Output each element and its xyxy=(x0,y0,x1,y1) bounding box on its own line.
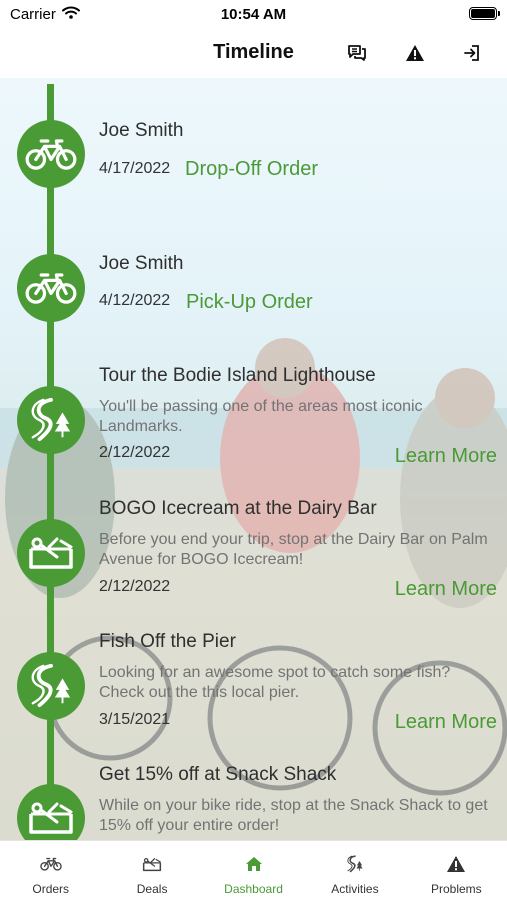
trail-icon xyxy=(17,386,85,454)
battery-icon xyxy=(469,7,500,20)
entry-order-type: Drop-Off Order xyxy=(185,158,318,180)
warning-icon[interactable] xyxy=(404,42,426,64)
tab-label: Activities xyxy=(331,882,379,896)
entry-date: 3/15/2021 xyxy=(99,711,171,728)
entry-description: Looking for an awesome spot to catch som… xyxy=(99,664,451,701)
entry-title: Get 15% off at Snack Shack xyxy=(99,764,337,785)
page-title: Timeline xyxy=(213,41,294,63)
learn-more-link[interactable]: Learn More xyxy=(395,711,497,734)
bike-icon xyxy=(40,855,62,873)
ticket-icon xyxy=(17,519,85,587)
entry-date: 2/12/2022 xyxy=(99,444,171,461)
tab-bar: Orders Deals Dashboard Activities Proble… xyxy=(0,840,507,900)
tab-dashboard[interactable]: Dashboard xyxy=(203,841,304,900)
timeline-line xyxy=(47,84,54,840)
tab-activities[interactable]: Activities xyxy=(304,841,405,900)
deals-icon xyxy=(141,855,163,873)
nav-header: Timeline xyxy=(0,30,507,78)
entry-date: 4/12/2022 xyxy=(99,292,171,309)
status-time: 10:54 AM xyxy=(220,6,287,23)
entry-title: Joe Smith xyxy=(99,120,184,141)
entry-date: 2/12/2022 xyxy=(99,578,171,595)
timeline-panel[interactable]: Joe Smith 4/17/2022 Drop-Off Order Joe S… xyxy=(0,78,507,840)
bike-icon xyxy=(17,120,85,188)
tab-orders[interactable]: Orders xyxy=(0,841,101,900)
learn-more-link[interactable]: Learn More xyxy=(395,578,497,601)
entry-description: While on your bike ride, stop at the Sna… xyxy=(99,797,488,834)
warning-icon xyxy=(445,855,467,873)
tab-label: Problems xyxy=(430,882,482,896)
entry-description: Before you end your trip, stop at the Da… xyxy=(99,531,488,568)
messages-icon[interactable] xyxy=(346,42,368,64)
entry-title: BOGO Icecream at the Dairy Bar xyxy=(99,498,377,519)
entry-title: Joe Smith xyxy=(99,253,184,274)
trail-icon xyxy=(17,652,85,720)
tab-label: Dashboard xyxy=(224,882,283,896)
activities-icon xyxy=(344,855,366,873)
entry-title: Fish Off the Pier xyxy=(99,631,236,652)
entry-date: 4/17/2022 xyxy=(99,160,171,177)
bike-icon xyxy=(17,254,85,322)
tab-problems[interactable]: Problems xyxy=(406,841,507,900)
tab-label: Deals xyxy=(136,882,168,896)
learn-more-link[interactable]: Learn More xyxy=(395,445,497,468)
entry-title: Tour the Bodie Island Lighthouse xyxy=(99,365,376,386)
entry-order-type: Pick-Up Order xyxy=(186,291,313,313)
tab-label: Orders xyxy=(32,882,70,896)
home-icon xyxy=(243,855,265,873)
entry-description: You'll be passing one of the areas most … xyxy=(99,398,423,435)
status-bar: Carrier 10:54 AM xyxy=(0,0,507,30)
tab-deals[interactable]: Deals xyxy=(101,841,202,900)
logout-icon[interactable] xyxy=(461,42,483,64)
